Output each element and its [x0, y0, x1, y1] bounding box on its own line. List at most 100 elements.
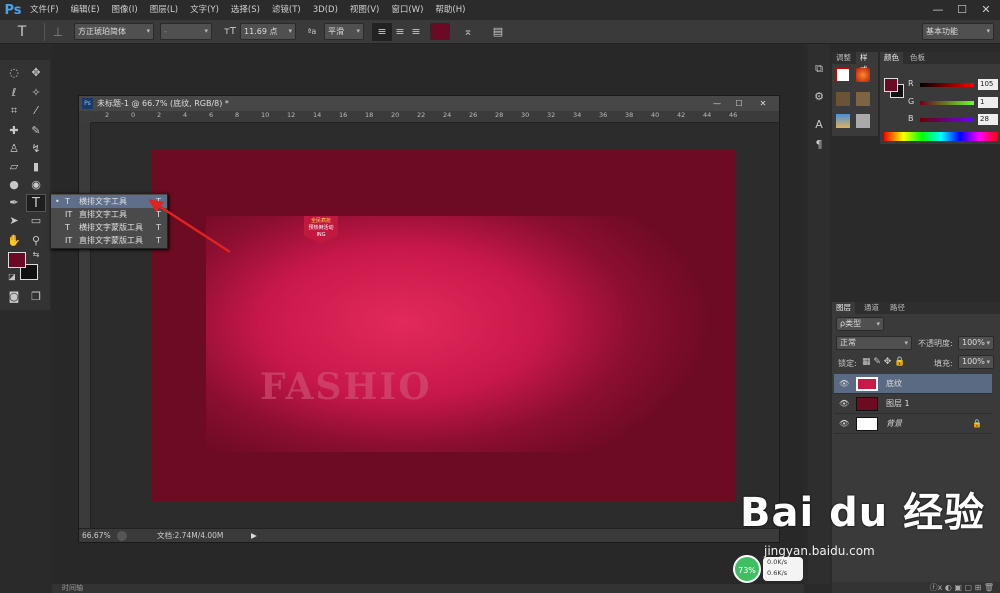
- tab-paths[interactable]: 路径: [886, 302, 909, 314]
- swap-colors-icon[interactable]: ⇆: [26, 246, 46, 264]
- green-track[interactable]: [920, 101, 974, 105]
- style-none-swatch[interactable]: [836, 68, 850, 82]
- crop-icon[interactable]: ⌗: [4, 102, 24, 120]
- blue-track[interactable]: [920, 118, 974, 122]
- color-fg-swatch[interactable]: [884, 78, 898, 92]
- menu-type[interactable]: 文字(Y): [184, 0, 225, 20]
- eyedropper-icon[interactable]: ⁄: [26, 102, 46, 120]
- vertical-ruler[interactable]: [79, 123, 91, 528]
- green-slider[interactable]: G 1: [908, 97, 998, 109]
- style-swatch-5[interactable]: [856, 114, 870, 128]
- doc-minimize-button[interactable]: —: [707, 96, 727, 111]
- app-maximize-button[interactable]: ☐: [950, 0, 974, 20]
- layer-row-background[interactable]: 👁 背景 🔒: [834, 414, 992, 434]
- character-panel-dock-icon[interactable]: A: [809, 116, 829, 134]
- magic-wand-icon[interactable]: ✧: [26, 84, 46, 102]
- tab-swatches[interactable]: 色板: [906, 52, 929, 64]
- healing-icon[interactable]: ✚: [4, 122, 24, 140]
- visibility-eye-icon[interactable]: 👁: [839, 394, 849, 414]
- menu-filter[interactable]: 滤镜(T): [266, 0, 307, 20]
- app-minimize-button[interactable]: —: [926, 0, 950, 20]
- move-icon[interactable]: ✥: [26, 64, 46, 82]
- foreground-color-swatch[interactable]: [8, 252, 26, 268]
- stamp-icon[interactable]: ♙: [4, 140, 24, 158]
- doc-close-button[interactable]: ✕: [753, 96, 773, 111]
- brush-icon[interactable]: ✎: [26, 122, 46, 140]
- network-widget[interactable]: 73% 0.0K/s 0.6K/s: [733, 555, 803, 585]
- layer-row-layer1[interactable]: 👁 图层 1: [834, 394, 992, 414]
- app-close-button[interactable]: ✕: [974, 0, 998, 20]
- tab-styles[interactable]: 样式: [856, 52, 878, 74]
- font-family-select[interactable]: 方正琥珀简体 ▾: [74, 23, 154, 40]
- properties-panel-icon[interactable]: ⚙: [809, 88, 829, 106]
- rectangle-icon[interactable]: ▭: [26, 212, 46, 230]
- marquee-icon[interactable]: ◌: [4, 64, 24, 82]
- red-slider[interactable]: R 105: [908, 79, 998, 91]
- red-value[interactable]: 105: [978, 79, 998, 90]
- blue-value[interactable]: 28: [978, 114, 998, 125]
- style-swatch-4[interactable]: [836, 114, 850, 128]
- tab-color[interactable]: 颜色: [880, 52, 903, 64]
- menu-window[interactable]: 窗口(W): [385, 0, 429, 20]
- menu-image[interactable]: 图像(I): [106, 0, 144, 20]
- color-spectrum-bar[interactable]: [884, 132, 998, 141]
- history-panel-icon[interactable]: ⧉: [809, 60, 829, 78]
- blur-icon[interactable]: ●: [4, 176, 24, 194]
- style-swatch-3[interactable]: [856, 92, 870, 106]
- layers-footer-icons[interactable]: ⓕx ◐ ▣ ▢ ⊞ 🗑: [832, 582, 1000, 593]
- menu-3d[interactable]: 3D(D): [307, 0, 344, 20]
- align-right-icon[interactable]: ≡: [406, 23, 426, 41]
- font-style-select[interactable]: - ▾: [160, 23, 212, 40]
- default-colors-icon[interactable]: ◪: [2, 268, 22, 286]
- warp-text-icon[interactable]: ⌅: [458, 23, 478, 41]
- paragraph-panel-icon[interactable]: ¶: [809, 136, 829, 154]
- menu-help[interactable]: 帮助(H): [429, 0, 471, 20]
- lock-icons[interactable]: ▦ ✎ ✥ 🔒: [862, 357, 905, 367]
- style-swatch-1[interactable]: [856, 68, 870, 82]
- character-panel-icon[interactable]: ▤: [488, 23, 508, 41]
- visibility-eye-icon[interactable]: 👁: [839, 374, 849, 394]
- text-tool-preset-icon[interactable]: T: [12, 23, 32, 41]
- fill-input[interactable]: 100% ▾: [958, 355, 994, 369]
- tab-adjustments[interactable]: 调整: [832, 52, 855, 64]
- anti-alias-select[interactable]: 平滑 ▾: [324, 23, 364, 40]
- menu-layer[interactable]: 图层(L): [144, 0, 184, 20]
- eraser-icon[interactable]: ▱: [4, 158, 24, 176]
- doc-maximize-button[interactable]: ☐: [729, 96, 749, 111]
- workspace-select[interactable]: 基本功能 ▾: [922, 23, 994, 40]
- red-track[interactable]: [920, 83, 974, 87]
- pen-icon[interactable]: ✒: [4, 194, 24, 212]
- opacity-input[interactable]: 100% ▾: [958, 336, 994, 350]
- text-orientation-icon[interactable]: ⊥: [48, 23, 68, 41]
- zoom-level[interactable]: 66.67%: [82, 529, 111, 543]
- tab-channels[interactable]: 通道: [860, 302, 883, 314]
- gradient-icon[interactable]: ▮: [26, 158, 46, 176]
- align-left-icon[interactable]: ≡: [372, 23, 392, 41]
- style-swatch-2[interactable]: [836, 92, 850, 106]
- hand-icon[interactable]: ✋: [4, 232, 24, 250]
- visibility-eye-icon[interactable]: 👁: [839, 414, 849, 434]
- horizontal-ruler[interactable]: 2 0 2 4 6 8 10 12 14 16 18 20 22 24 26 28 30 32 34 36 38 40 42…: [91, 111, 779, 123]
- path-select-icon[interactable]: ➤: [4, 212, 24, 230]
- status-info-icon[interactable]: [117, 531, 127, 541]
- menu-edit[interactable]: 编辑(E): [65, 0, 106, 20]
- blend-mode-select[interactable]: 正常 ▾: [836, 336, 912, 350]
- timeline-panel[interactable]: 时间轴: [52, 584, 804, 593]
- lasso-icon[interactable]: ℓ: [4, 84, 24, 102]
- green-value[interactable]: 1: [978, 97, 998, 108]
- history-brush-icon[interactable]: ↯: [26, 140, 46, 158]
- blue-slider[interactable]: B 28: [908, 114, 998, 126]
- type-tool-icon[interactable]: T: [26, 194, 46, 212]
- menu-file[interactable]: 文件(F): [24, 0, 65, 20]
- menu-view[interactable]: 视图(V): [344, 0, 385, 20]
- menu-select[interactable]: 选择(S): [225, 0, 266, 20]
- dodge-icon[interactable]: ◉: [26, 176, 46, 194]
- layer-row-texture[interactable]: 👁 底纹: [834, 374, 992, 394]
- screen-mode-icon[interactable]: ❐: [26, 288, 46, 306]
- text-color-swatch[interactable]: [430, 23, 450, 40]
- status-menu-arrow-icon[interactable]: ▶: [251, 529, 257, 543]
- layer-filter-select[interactable]: ρ类型 ▾: [836, 317, 884, 331]
- document-titlebar[interactable]: Ps 未标题-1 @ 66.7% (底纹, RGB/8) * — ☐ ✕: [79, 96, 779, 111]
- tab-layers[interactable]: 图层: [832, 302, 855, 314]
- font-size-select[interactable]: 11.69 点 ▾: [240, 23, 296, 40]
